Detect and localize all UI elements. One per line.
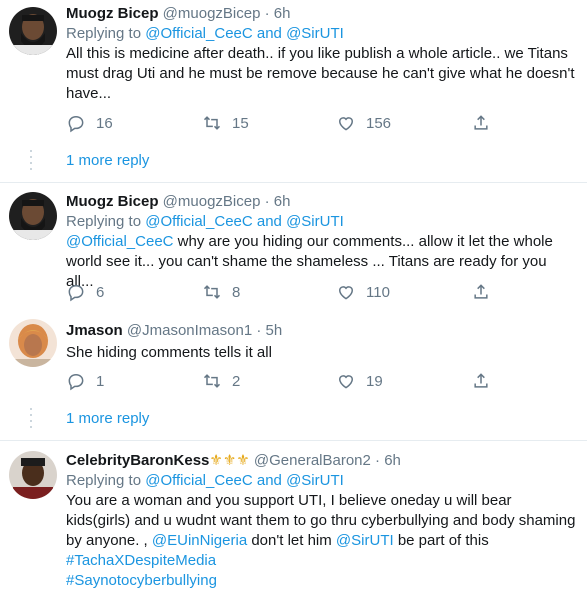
like-icon xyxy=(338,117,354,131)
like-count: 110 xyxy=(366,283,390,301)
like-icon xyxy=(338,375,354,389)
avatar[interactable] xyxy=(9,7,57,55)
hashtag-link[interactable]: #TachaXDespiteMedia xyxy=(66,552,216,569)
more-replies-link[interactable]: 1 more reply xyxy=(0,400,587,440)
author-handle[interactable]: @muogzBicep xyxy=(163,5,261,22)
share-button[interactable] xyxy=(471,113,491,133)
tweet-actions: 6 8 110 xyxy=(0,282,587,302)
reply-button[interactable]: 1 xyxy=(66,371,104,391)
like-button[interactable]: 156 xyxy=(336,113,391,133)
reply-mentions-link[interactable]: @Official_CeeC and @SirUTI xyxy=(145,25,344,42)
tweet-text: All this is medicine after death.. if yo… xyxy=(66,45,575,102)
more-replies-link[interactable]: 1 more reply xyxy=(0,142,587,182)
timestamp[interactable]: 6h xyxy=(384,452,401,469)
tweet-3[interactable]: Jmason @JmasonImason1 · 5h She hiding co… xyxy=(0,312,587,400)
tweet-actions: 16 15 156 xyxy=(0,113,587,133)
reply-icon xyxy=(68,373,84,391)
mention-link[interactable]: @SirUTI xyxy=(336,532,394,549)
reply-mentions-link[interactable]: @Official_CeeC and @SirUTI xyxy=(145,472,344,489)
share-button[interactable] xyxy=(471,282,491,302)
retweet-count: 2 xyxy=(232,372,241,390)
reply-count: 1 xyxy=(96,372,105,390)
retweet-icon xyxy=(203,285,221,299)
share-button[interactable] xyxy=(471,371,491,391)
retweet-icon xyxy=(203,116,221,130)
replying-to: Replying to @Official_CeeC and @SirUTI xyxy=(66,213,344,230)
author-handle[interactable]: @JmasonImason1 xyxy=(127,322,252,339)
retweet-count: 15 xyxy=(232,114,249,132)
avatar[interactable] xyxy=(9,192,57,240)
tweet-header: Muogz Bicep @muogzBicep · 6h xyxy=(66,5,291,22)
tweet-text: You are a woman and you support UTI, I b… xyxy=(66,492,576,589)
author-name[interactable]: Muogz Bicep xyxy=(66,5,159,22)
like-button[interactable]: 110 xyxy=(336,282,390,302)
like-count: 19 xyxy=(366,372,383,390)
author-name[interactable]: Muogz Bicep xyxy=(66,193,159,210)
replying-to: Replying to @Official_CeeC and @SirUTI xyxy=(66,25,344,42)
tweet-header: Jmason @JmasonImason1 · 5h xyxy=(66,322,283,339)
timestamp[interactable]: 5h xyxy=(266,322,283,339)
tweet-text: She hiding comments tells it all xyxy=(66,344,272,361)
reply-mentions-link[interactable]: @Official_CeeC and @SirUTI xyxy=(145,213,344,230)
share-icon xyxy=(474,115,488,130)
reply-button[interactable]: 16 xyxy=(66,113,113,133)
retweet-button[interactable]: 15 xyxy=(202,113,249,133)
share-icon xyxy=(474,284,488,299)
like-count: 156 xyxy=(366,114,392,132)
author-name[interactable]: CelebrityBaronKess xyxy=(66,452,209,469)
tweet-header: CelebrityBaronKess⚜⚜⚜ @GeneralBaron2 · 6… xyxy=(66,452,401,469)
avatar[interactable] xyxy=(9,451,57,499)
retweet-button[interactable]: 2 xyxy=(202,371,240,391)
reply-count: 16 xyxy=(96,114,113,132)
retweet-count: 8 xyxy=(232,283,241,301)
hashtag-link[interactable]: #Saynotocyberbullying xyxy=(66,572,217,589)
more-reply-label[interactable]: 1 more reply xyxy=(66,410,149,427)
fleur-de-lis-emojis: ⚜⚜⚜ xyxy=(209,452,250,469)
thread-dots xyxy=(29,150,33,174)
mention-link[interactable]: @EUinNigeria xyxy=(152,532,247,549)
avatar[interactable] xyxy=(9,319,57,367)
mention-link[interactable]: @Official_CeeC xyxy=(66,233,174,250)
retweet-button[interactable]: 8 xyxy=(202,282,240,302)
tweet-4[interactable]: CelebrityBaronKess⚜⚜⚜ @GeneralBaron2 · 6… xyxy=(0,441,587,589)
like-button[interactable]: 19 xyxy=(336,371,383,391)
tweet-2[interactable]: Muogz Bicep @muogzBicep · 6h Replying to… xyxy=(0,183,587,310)
replying-to: Replying to @Official_CeeC and @SirUTI xyxy=(66,472,344,489)
reply-count: 6 xyxy=(96,283,105,301)
like-icon xyxy=(338,286,354,300)
retweet-icon xyxy=(203,374,221,388)
author-name[interactable]: Jmason xyxy=(66,322,123,339)
reply-icon xyxy=(68,284,84,302)
timestamp[interactable]: 6h xyxy=(274,193,291,210)
reply-button[interactable]: 6 xyxy=(66,282,104,302)
thread-dots xyxy=(29,408,33,432)
tweet-header: Muogz Bicep @muogzBicep · 6h xyxy=(66,193,291,210)
share-icon xyxy=(474,373,488,388)
reply-icon xyxy=(68,115,84,133)
tweet-1[interactable]: Muogz Bicep @muogzBicep · 6h Replying to… xyxy=(0,0,587,140)
tweet-actions: 1 2 19 xyxy=(0,371,587,391)
author-handle[interactable]: @GeneralBaron2 xyxy=(254,452,371,469)
timestamp[interactable]: 6h xyxy=(274,5,291,22)
more-reply-label[interactable]: 1 more reply xyxy=(66,152,149,169)
author-handle[interactable]: @muogzBicep xyxy=(163,193,261,210)
